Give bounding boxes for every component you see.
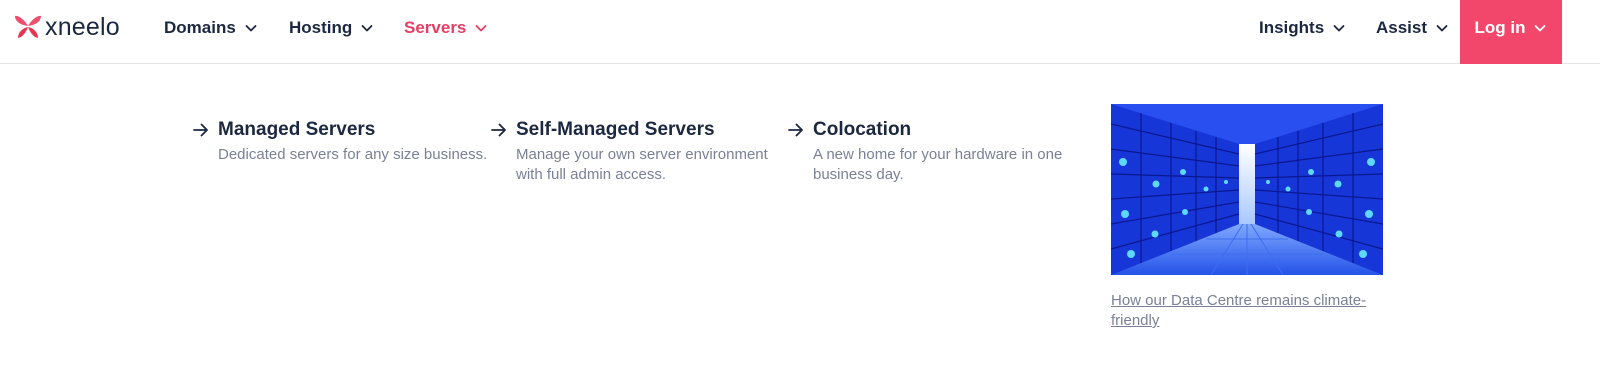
- chevron-down-icon: [1533, 21, 1547, 35]
- nav-item-label: Insights: [1259, 18, 1325, 37]
- nav-item-assist[interactable]: Assist: [1376, 0, 1449, 56]
- nav-item-hosting[interactable]: Hosting: [289, 0, 374, 56]
- chevron-down-icon: [1332, 21, 1346, 35]
- login-label: Log in: [1474, 18, 1526, 37]
- menu-item-title: Managed Servers: [218, 119, 376, 140]
- nav-item-domains[interactable]: Domains: [164, 0, 258, 56]
- chevron-down-icon: [244, 21, 258, 35]
- chevron-down-icon: [474, 21, 488, 35]
- menu-item-description: A new home for your hardware in one busi…: [813, 146, 1063, 183]
- nav-item-servers[interactable]: Servers: [404, 0, 488, 56]
- nav-item-label: Hosting: [289, 18, 353, 37]
- menu-item-title: Colocation: [813, 119, 912, 140]
- butterfly-logo-icon: [14, 13, 42, 41]
- menu-item-description: Dedicated servers for any size business.: [218, 146, 488, 163]
- xneelo-logo[interactable]: xneelo: [14, 12, 120, 42]
- logo-wordmark: xneelo: [45, 13, 120, 41]
- menu-item-title: Self-Managed Servers: [516, 119, 715, 140]
- arrow-right-icon: [787, 121, 805, 139]
- top-navigation-bar: xneelo Domains Hosting Servers Insights …: [0, 0, 1600, 64]
- arrow-right-icon: [490, 121, 508, 139]
- menu-item-description: Manage your own server environment with …: [516, 146, 768, 183]
- nav-item-label: Domains: [164, 18, 236, 37]
- data-centre-image[interactable]: [1111, 104, 1383, 275]
- arrow-right-icon: [192, 121, 210, 139]
- login-button[interactable]: Log in: [1460, 0, 1562, 64]
- data-centre-article-link[interactable]: How our Data Centre remains climate-frie…: [1111, 291, 1391, 331]
- chevron-down-icon: [360, 21, 374, 35]
- chevron-down-icon: [1435, 21, 1449, 35]
- nav-item-label: Servers: [404, 18, 467, 37]
- nav-item-insights[interactable]: Insights: [1259, 0, 1346, 56]
- nav-item-label: Assist: [1376, 18, 1428, 37]
